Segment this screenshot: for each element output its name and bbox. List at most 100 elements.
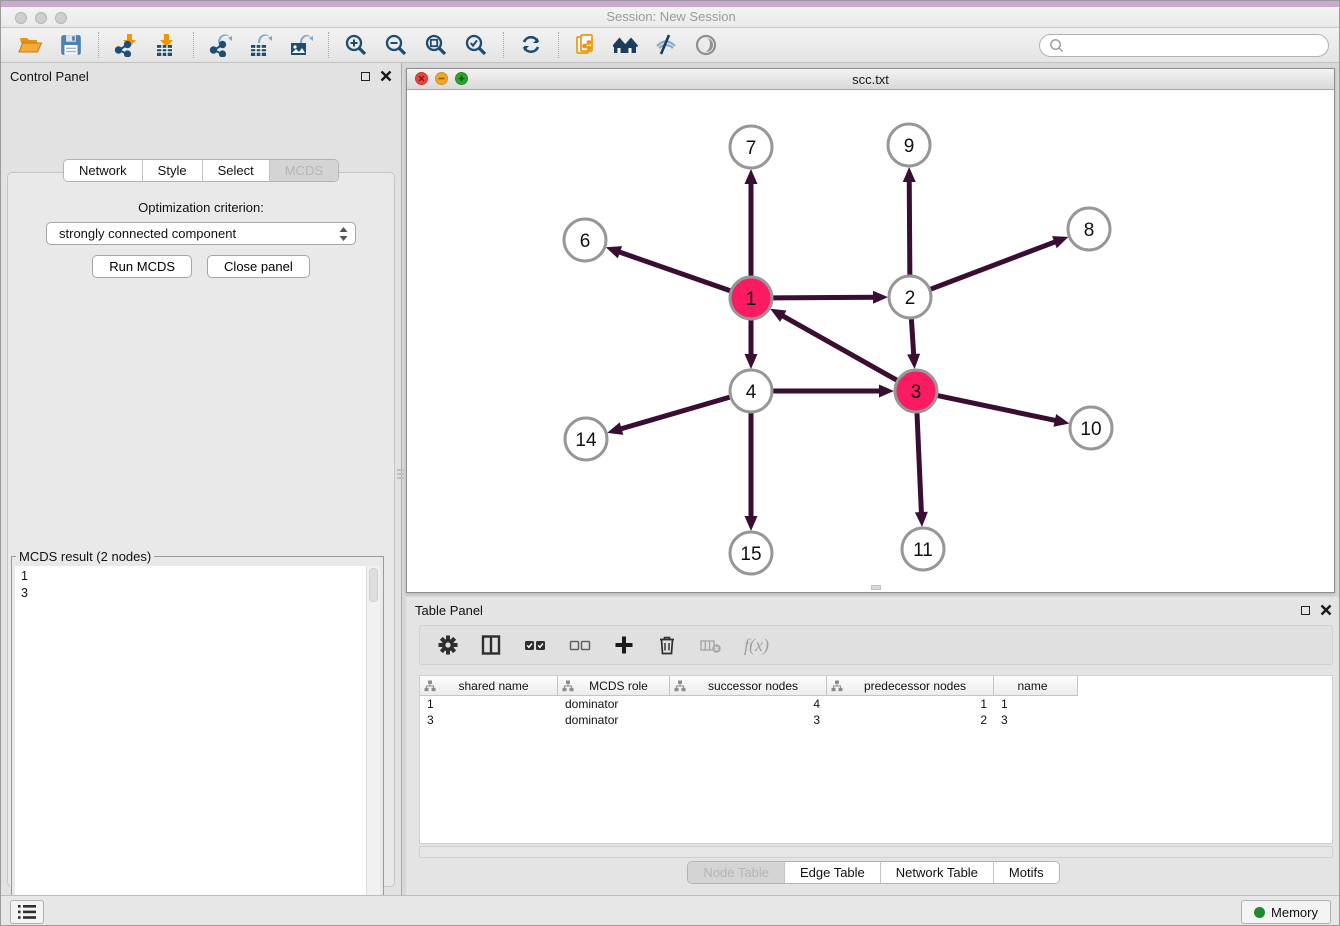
graph-edge-3-10[interactable] [938,396,1070,427]
table-horizontal-scrollbar[interactable] [419,846,1333,858]
column-header-mcds-role[interactable]: MCDS role [558,676,670,696]
mcds-result-lines[interactable]: 1 3 [15,566,365,926]
graph-node-15[interactable]: 15 [730,532,772,574]
export-image-button[interactable] [281,30,321,60]
graph-edge-3-11[interactable] [915,413,928,527]
graph-edge-1-7[interactable] [745,169,758,276]
function-builder-button[interactable]: f(x) [744,635,769,656]
tab-select[interactable]: Select [203,160,270,181]
graph-node-1[interactable]: 1 [730,277,772,319]
table-settings-button[interactable] [437,634,459,656]
graph-edge-2-3[interactable] [907,319,920,369]
export-image-icon [289,33,313,57]
graph-edge-4-15[interactable] [745,413,758,531]
export-table-button[interactable] [241,30,281,60]
show-columns-button[interactable] [480,634,502,656]
tab-mcds[interactable]: MCDS [270,160,338,181]
cell-shared-name[interactable]: 3 [420,712,558,728]
show-all-button[interactable] [686,30,726,60]
cell-shared-name[interactable]: 1 [420,696,558,712]
float-table-panel-icon[interactable] [1301,606,1310,615]
close-panel-button[interactable]: Close panel [207,255,310,278]
tab-edge-table[interactable]: Edge Table [785,862,881,883]
graph-edge-1-4[interactable] [745,320,758,369]
open-session-button[interactable] [11,30,51,60]
close-panel-icon[interactable] [380,70,392,82]
graph-edge-1-6[interactable] [606,246,730,291]
cell-successor-nodes[interactable]: 4 [670,696,827,712]
svg-text:4: 4 [746,382,757,403]
cell-predecessor-nodes[interactable]: 1 [827,696,994,712]
zoom-out-button[interactable] [376,30,416,60]
delete-column-button[interactable] [656,634,678,656]
column-header-shared-name[interactable]: shared name [420,676,558,696]
cell-name[interactable]: 3 [994,712,1078,728]
search-input[interactable] [1065,38,1320,53]
cell-successor-nodes[interactable]: 3 [670,712,827,728]
graph-edge-2-9[interactable] [903,167,916,275]
graph-edge-2-8[interactable] [931,236,1069,289]
graph-node-2[interactable]: 2 [889,276,931,318]
tab-network[interactable]: Network [64,160,143,181]
task-history-button[interactable] [10,900,44,924]
save-session-button[interactable] [51,30,91,60]
optimization-criterion-select[interactable]: strongly connected component [46,222,356,245]
delete-table-button[interactable] [699,634,723,656]
graph-node-9[interactable]: 9 [888,124,930,166]
first-neighbors-button[interactable] [606,30,646,60]
panel-divider-handle[interactable] [397,461,404,487]
network-canvas[interactable]: 7 9 6 8 1 2 4 3 14 10 15 11 [407,90,1334,592]
run-mcds-button[interactable]: Run MCDS [92,255,192,278]
window-title: Session: New Session [1,9,1340,24]
hide-selected-button[interactable] [646,30,686,60]
zoom-in-button[interactable] [336,30,376,60]
cell-predecessor-nodes[interactable]: 2 [827,712,994,728]
close-table-panel-icon[interactable] [1320,604,1332,616]
cell-name[interactable]: 1 [994,696,1078,712]
unselect-all-button[interactable] [568,634,592,656]
graph-edge-4-14[interactable] [607,397,730,435]
tab-style[interactable]: Style [143,160,203,181]
cell-mcds-role[interactable]: dominator [558,712,670,728]
network-from-selection-button[interactable] [566,30,606,60]
result-scrollbar-thumb[interactable] [369,568,378,602]
zoom-fit-button[interactable] [416,30,456,60]
graph-node-8[interactable]: 8 [1068,208,1110,250]
tab-node-table[interactable]: Node Table [688,862,785,883]
graph-edge-3-1[interactable] [770,309,897,380]
mcds-result-group: MCDS result (2 nodes) 1 3 [11,549,384,926]
graph-edge-4-3[interactable] [773,385,894,398]
network-view-title: scc.txt [407,72,1334,87]
tab-motifs[interactable]: Motifs [994,862,1059,883]
tab-network-table[interactable]: Network Table [881,862,994,883]
result-scrollbar[interactable] [366,566,380,926]
apply-layout-button[interactable] [511,30,551,60]
float-panel-icon[interactable] [361,72,370,81]
import-network-button[interactable] [106,30,146,60]
table-panel: Table Panel [406,597,1340,895]
canvas-scroll-grip[interactable] [871,585,881,590]
graph-node-4[interactable]: 4 [730,370,772,412]
trash-icon [656,634,678,656]
export-network-button[interactable] [201,30,241,60]
graph-node-14[interactable]: 14 [565,418,607,460]
save-icon [59,33,83,57]
graph-edge-1-2[interactable] [773,291,888,304]
graph-node-7[interactable]: 7 [730,126,772,168]
column-header-predecessor-nodes[interactable]: predecessor nodes [827,676,994,696]
graph-node-10[interactable]: 10 [1070,407,1112,449]
column-header-name[interactable]: name [994,676,1078,696]
select-all-button[interactable] [523,634,547,656]
graph-node-6[interactable]: 6 [564,219,606,261]
svg-text:15: 15 [740,544,761,565]
column-header-successor-nodes[interactable]: successor nodes [670,676,827,696]
zoom-selected-button[interactable] [456,30,496,60]
graph-node-11[interactable]: 11 [902,528,944,570]
memory-button[interactable]: Memory [1241,900,1331,924]
toolbar-separator [503,32,504,58]
create-column-button[interactable] [613,634,635,656]
network-window-titlebar[interactable]: scc.txt [407,69,1334,90]
import-table-button[interactable] [146,30,186,60]
cell-mcds-role[interactable]: dominator [558,696,670,712]
graph-node-3[interactable]: 3 [895,370,937,412]
